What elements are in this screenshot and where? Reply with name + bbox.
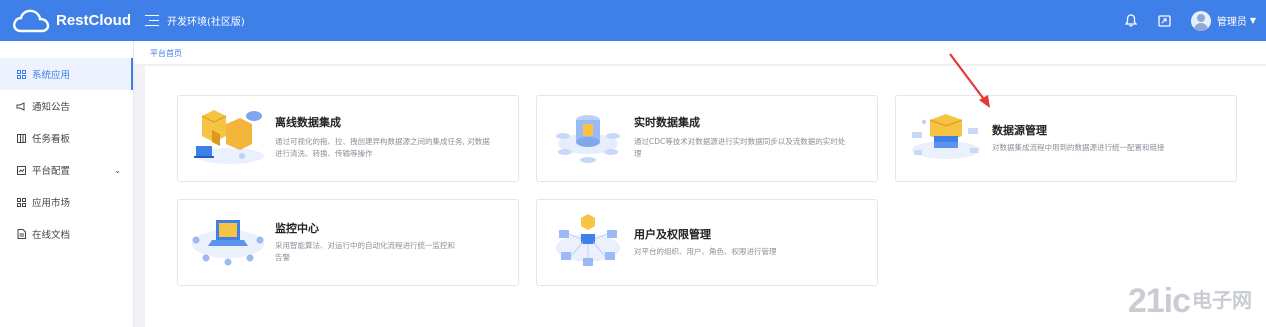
user-name[interactable]: 管理员 (1217, 13, 1247, 28)
card-description: 对平台的组织、用户、角色、权限进行管理 (634, 247, 777, 256)
annotation-arrow-icon (949, 53, 990, 108)
breadcrumb: 平台首页 (134, 41, 1266, 65)
sidebar-item-label: 系统应用 (32, 70, 71, 81)
user-permission-illustration-icon (556, 214, 620, 266)
watermark-brand: 21ic (1127, 282, 1191, 320)
sidebar: 系统应用 通知公告 任务看板 平台配置 ⌄ 应用市场 在线文档 (0, 41, 134, 327)
breadcrumb-current[interactable]: 平台首页 (150, 48, 182, 59)
realtime-integration-illustration-icon (556, 115, 620, 163)
card-title: 用户及权限管理 (634, 228, 711, 241)
sidebar-item-system-apps[interactable]: 系统应用 (0, 58, 133, 90)
card-description: 通过可视化的拖、拉、拽创建异构数据源之间的集成任务, 对数据进行清洗、转换、传输… (275, 137, 490, 158)
board-icon (16, 133, 26, 143)
card-title: 离线数据集成 (275, 116, 341, 129)
brand-logo[interactable]: RestCloud (0, 8, 135, 34)
cloud-logo-icon (13, 9, 50, 32)
environment-label: 开发环境(社区版) (167, 17, 245, 28)
config-icon (16, 165, 26, 175)
sidebar-item-label: 任务看板 (32, 134, 71, 145)
datasource-illustration-icon (912, 114, 980, 159)
card-description: 采用智能算法、对运行中的自动化流程进行统一监控和告警 (275, 241, 455, 262)
card-offline-integration[interactable]: 离线数据集成 通过可视化的拖、拉、拽创建异构数据源之间的集成任务, 对数据进行清… (177, 95, 519, 182)
watermark-cn: 电子网 (1192, 290, 1252, 312)
monitoring-illustration-icon (192, 220, 264, 266)
sidebar-item-online-docs[interactable]: 在线文档 (0, 218, 133, 250)
offline-integration-illustration-icon (194, 110, 264, 164)
main-panel: 离线数据集成 通过可视化的拖、拉、拽创建异构数据源之间的集成任务, 对数据进行清… (145, 66, 1266, 327)
brand-name: RestCloud (56, 12, 131, 29)
sidebar-item-platform-config[interactable]: 平台配置 ⌄ (0, 154, 133, 186)
card-realtime-integration[interactable]: 实时数据集成 通过CDC等技术对数据源进行实时数据同步以及流数据的实时处理 (536, 95, 878, 182)
screen-share-icon[interactable] (1157, 13, 1173, 29)
user-avatar[interactable] (1190, 10, 1211, 31)
sidebar-item-task-board[interactable]: 任务看板 (0, 122, 133, 154)
bell-icon[interactable] (1123, 13, 1139, 29)
grid-icon (16, 197, 26, 207)
card-description: 通过CDC等技术对数据源进行实时数据同步以及流数据的实时处理 (634, 137, 846, 158)
sidebar-item-app-market[interactable]: 应用市场 (0, 186, 133, 218)
card-description: 对数据集成流程中用到的数据源进行统一配置和链接 (992, 143, 1165, 152)
sidebar-item-notices[interactable]: 通知公告 (0, 90, 133, 122)
watermark-logo: 21ic 电子网 (1128, 282, 1252, 321)
megaphone-icon (16, 101, 26, 111)
caret-down-icon[interactable]: ▼ (1250, 16, 1256, 25)
card-title: 数据源管理 (992, 124, 1047, 137)
chevron-down-icon[interactable]: ⌄ (114, 166, 121, 175)
sidebar-item-label: 应用市场 (32, 198, 71, 209)
menu-toggle-icon[interactable] (145, 14, 159, 27)
sidebar-item-label: 在线文档 (32, 230, 71, 241)
grid-icon (16, 69, 26, 79)
card-title: 实时数据集成 (634, 116, 700, 129)
card-title: 监控中心 (275, 222, 319, 235)
card-monitoring-center[interactable]: 监控中心 采用智能算法、对运行中的自动化流程进行统一监控和告警 (177, 199, 519, 286)
card-user-permission[interactable]: 用户及权限管理 对平台的组织、用户、角色、权限进行管理 (536, 199, 878, 286)
sidebar-item-label: 平台配置 (32, 166, 71, 177)
doc-icon (16, 229, 26, 239)
top-bar: RestCloud 开发环境(社区版) 管理员 ▼ (0, 0, 1266, 41)
sidebar-item-label: 通知公告 (32, 102, 71, 113)
